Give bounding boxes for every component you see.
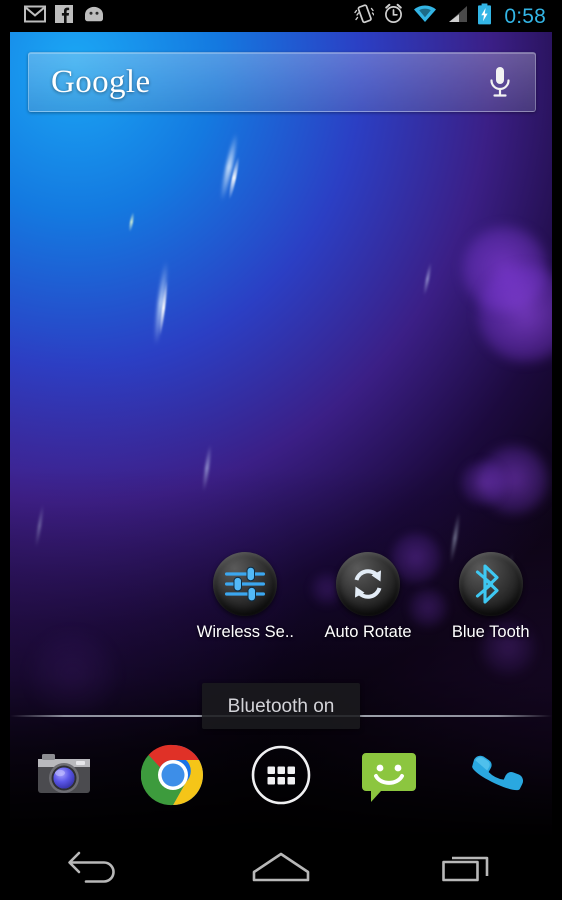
battery-charging-icon xyxy=(477,3,492,30)
rotate-icon xyxy=(336,552,401,616)
dock-item-phone[interactable] xyxy=(444,745,552,810)
facebook-icon xyxy=(55,4,73,28)
google-wordmark: Google xyxy=(51,63,151,100)
dock-item-messaging[interactable] xyxy=(335,744,443,811)
vibrate-icon xyxy=(354,3,376,30)
sliders-icon xyxy=(213,552,278,616)
status-bar[interactable]: 0:58 xyxy=(0,0,562,32)
camera-icon xyxy=(32,747,96,808)
shortcut-row: Wireless Se.. Auto Rotate Blue Tooth xyxy=(10,552,552,664)
android-icon xyxy=(82,5,106,28)
recents-button[interactable] xyxy=(375,838,562,900)
shortcut-auto-rotate[interactable]: Auto Rotate xyxy=(307,552,430,664)
shortcut-bluetooth[interactable]: Blue Tooth xyxy=(429,552,552,664)
google-search-bar[interactable]: Google xyxy=(28,52,536,112)
shortcut-label: Blue Tooth xyxy=(451,623,530,641)
alarm-icon xyxy=(383,3,404,29)
navigation-bar xyxy=(0,838,562,900)
app-drawer-icon xyxy=(250,744,312,811)
back-icon xyxy=(66,850,122,889)
toast-message: Bluetooth on xyxy=(202,683,360,729)
signal-icon xyxy=(446,5,468,28)
toast-text: Bluetooth on xyxy=(227,695,335,717)
shortcut-label: Wireless Se.. xyxy=(196,623,294,641)
screen-bezel-left xyxy=(0,32,10,838)
phone-icon xyxy=(466,745,530,810)
home-button[interactable] xyxy=(187,838,374,900)
dock xyxy=(10,736,552,818)
shortcut-label: Auto Rotate xyxy=(324,623,412,641)
wifi-icon xyxy=(413,4,437,28)
chrome-icon xyxy=(140,743,205,812)
bluetooth-icon xyxy=(458,552,523,616)
gmail-icon xyxy=(24,5,46,28)
screen-bezel-right xyxy=(552,32,562,838)
dock-item-camera[interactable] xyxy=(10,747,118,808)
microphone-icon[interactable] xyxy=(487,64,513,100)
dock-item-chrome[interactable] xyxy=(118,743,226,812)
dock-item-app-drawer[interactable] xyxy=(227,744,335,811)
back-button[interactable] xyxy=(0,838,187,900)
recents-icon xyxy=(441,850,495,889)
android-home-screen: 0:58 Google Wireless Se.. Auto Rotate Bl… xyxy=(0,0,562,900)
messaging-icon xyxy=(358,744,420,811)
notification-icons xyxy=(0,4,106,28)
system-status-icons: 0:58 xyxy=(354,3,562,30)
home-icon xyxy=(250,850,312,889)
status-clock: 0:58 xyxy=(504,4,546,28)
shortcut-wireless-settings[interactable]: Wireless Se.. xyxy=(184,552,307,664)
